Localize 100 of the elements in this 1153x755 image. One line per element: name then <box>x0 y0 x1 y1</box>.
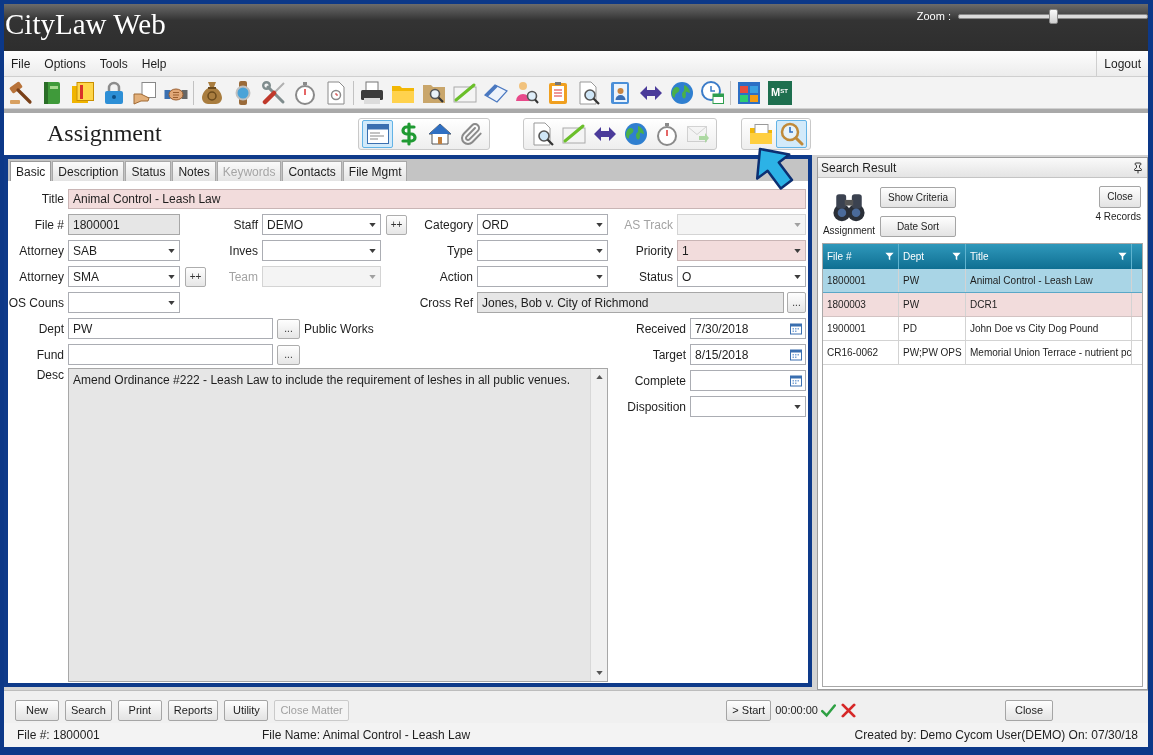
notepad-pencil-icon <box>561 122 586 146</box>
panel-button[interactable]: Show Criteria <box>880 187 956 208</box>
people-search-icon[interactable] <box>514 80 539 105</box>
pin-icon[interactable] <box>1132 161 1144 174</box>
date-field[interactable] <box>690 370 806 391</box>
table-cell: 1800001 <box>827 275 866 286</box>
dropdown[interactable]: 1 <box>677 240 806 261</box>
add-button[interactable]: ++ <box>386 214 407 235</box>
table-row[interactable]: CR16-0062 PW;PW OPS Memorial Union Terrace - nutrient pc <box>823 341 1142 365</box>
action-button[interactable]: Print <box>117 700 162 721</box>
printer-icon[interactable] <box>359 80 384 105</box>
hand-document-icon[interactable] <box>132 80 157 105</box>
field-label: Action <box>439 270 473 283</box>
text-field[interactable]: Jones, Bob v. City of Richmond <box>477 292 784 313</box>
action-button[interactable]: Reports <box>167 700 219 721</box>
table-cell: PW;PW OPS <box>903 347 962 358</box>
logout-button[interactable]: Logout <box>1096 51 1148 76</box>
table-cell: Memorial Union Terrace - nutrient pc <box>970 347 1132 358</box>
dropdown[interactable]: SAB <box>68 240 180 261</box>
color-grid-icon[interactable] <box>736 80 761 105</box>
menu-item[interactable]: Options <box>37 51 93 76</box>
panel-title: Search Result <box>821 161 897 174</box>
status-text: Created by: Demo Cycom User(DEMO) On: 07/30/18 <box>854 729 1138 741</box>
filter-icon <box>885 251 894 262</box>
tab[interactable]: Contacts <box>282 161 342 181</box>
stopwatch-icon[interactable] <box>292 80 317 105</box>
dropdown[interactable] <box>262 240 381 261</box>
text-area[interactable]: Amend Ordinance #222 - Leash Law to include the requirement of leshes in all public venues. <box>68 368 608 682</box>
dropdown[interactable] <box>68 292 180 313</box>
scrollbar[interactable] <box>590 369 607 681</box>
gavel-icon[interactable] <box>8 80 33 105</box>
up-arrow-icon <box>595 375 603 379</box>
menu-item[interactable]: Help <box>134 51 174 76</box>
caret-icon <box>794 222 801 227</box>
house-icon <box>427 122 452 146</box>
timer-text: 00:00:00 <box>775 705 818 716</box>
close-button[interactable]: Close <box>1005 700 1053 721</box>
dropdown[interactable] <box>690 396 806 417</box>
text-field[interactable]: PW <box>68 318 273 339</box>
tab[interactable]: Status <box>125 161 172 181</box>
money-bag-icon[interactable] <box>199 80 224 105</box>
field-label: Dept <box>38 322 64 335</box>
start-button[interactable]: > Start <box>726 700 772 721</box>
close-button[interactable]: Close <box>1099 186 1141 208</box>
field-label: Complete <box>634 374 686 387</box>
dropdown[interactable] <box>477 240 608 261</box>
filter-icon <box>1118 251 1127 262</box>
document-search-icon[interactable] <box>576 80 601 105</box>
menu-item[interactable]: Tools <box>92 51 135 76</box>
tab[interactable]: Notes <box>172 161 216 181</box>
globe-icon[interactable] <box>669 80 694 105</box>
x-mark-icon[interactable] <box>841 703 856 718</box>
caret-icon <box>369 248 376 253</box>
text-field[interactable] <box>68 344 273 365</box>
caret-icon <box>596 222 603 227</box>
check-icon[interactable] <box>821 703 836 718</box>
panel-button[interactable]: Date Sort <box>880 216 956 237</box>
menu-item[interactable]: File <box>4 51 38 76</box>
field-label: Title <box>41 193 64 205</box>
action-button[interactable]: Search <box>65 700 112 721</box>
form-window-icon <box>365 122 390 146</box>
zoom-label: Zoom : <box>916 11 951 22</box>
tools-icon[interactable] <box>261 80 286 105</box>
tab[interactable]: Basic <box>10 161 52 181</box>
table-row[interactable]: 1800001 PW Animal Control - Leash Law <box>823 269 1142 293</box>
paperclip-icon <box>458 122 483 146</box>
date-field[interactable]: 8/15/2018 <box>690 344 806 365</box>
text-field[interactable]: 1800001 <box>68 214 180 235</box>
dropdown[interactable]: O <box>677 266 806 287</box>
field-label: AS Track <box>624 218 673 231</box>
caret-icon <box>596 248 603 253</box>
logo-button[interactable]: M$^{ST}$ <box>767 80 792 105</box>
dropdown[interactable]: ORD <box>477 214 608 235</box>
action-button[interactable]: Utility <box>224 700 269 721</box>
folders-icon[interactable] <box>70 80 95 105</box>
table-cell: PW <box>903 275 920 286</box>
dropdown[interactable]: SMA <box>68 266 180 287</box>
dropdown[interactable]: DEMO <box>262 214 381 235</box>
tab[interactable]: Description <box>52 161 125 181</box>
text-field[interactable]: Animal Control - Leash Law <box>68 189 806 209</box>
field-label: Target <box>652 348 686 361</box>
table-row[interactable]: 1900001 PD John Doe vs City Dog Pound <box>823 317 1142 341</box>
lookup-button[interactable]: ... <box>277 318 300 339</box>
field-label: Inves <box>229 244 258 257</box>
table-row[interactable]: 1800003 PW DCR1 <box>823 293 1142 317</box>
tab[interactable]: File Mgmt <box>342 161 408 181</box>
lookup-button[interactable]: ... <box>277 344 300 365</box>
caret-icon <box>369 274 376 279</box>
action-button[interactable]: New <box>15 700 59 721</box>
clock-calendar-icon[interactable] <box>700 80 725 105</box>
field-label: Status <box>638 270 673 283</box>
dropdown[interactable] <box>477 266 608 287</box>
slider-thumb[interactable] <box>1049 9 1058 24</box>
field-label: Priority <box>635 244 673 257</box>
add-button[interactable]: ++ <box>185 266 206 287</box>
lookup-button[interactable]: ... <box>787 292 806 313</box>
tool-button[interactable] <box>362 120 393 148</box>
down-arrow-icon <box>595 671 603 675</box>
table-cell: DCR1 <box>970 299 998 310</box>
date-field[interactable]: 7/30/2018 <box>690 318 806 339</box>
